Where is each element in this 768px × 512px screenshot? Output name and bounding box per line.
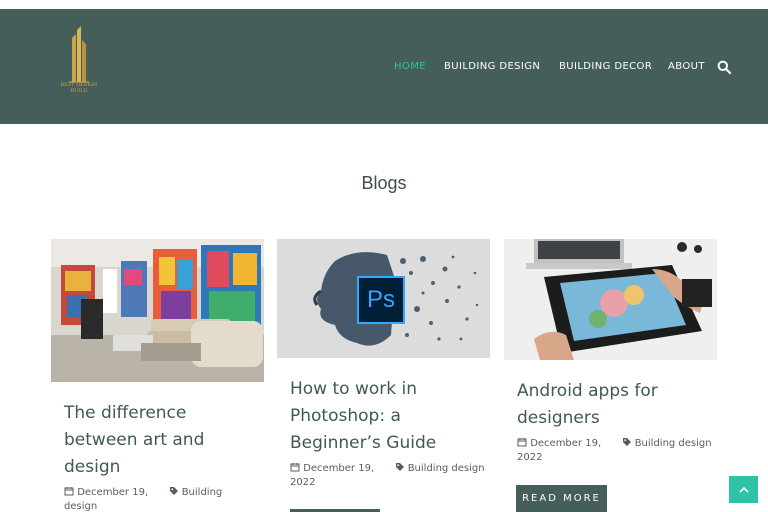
calendar-icon — [64, 487, 74, 496]
nav-building-design[interactable]: BUILDING DESIGN — [444, 61, 540, 75]
card-image-tablet[interactable] — [504, 239, 717, 360]
card-title-line: Android apps for — [517, 381, 658, 401]
post-category[interactable]: Building design — [408, 463, 485, 474]
card-title-line: between art and — [64, 430, 205, 450]
page-title: Blogs — [361, 173, 407, 193]
card-title-line: Beginner’s Guide — [290, 433, 437, 453]
logo-text: BEST DESIGN BUILD — [60, 82, 98, 94]
calendar-icon — [290, 463, 300, 472]
post-year: 2022 — [517, 452, 543, 463]
card-title-line: Photoshop: a — [290, 406, 401, 426]
card-title-line: design — [64, 457, 121, 477]
post-year: 2022 — [290, 477, 316, 488]
post-date: December 19, — [77, 487, 149, 498]
post-date: December 19, — [530, 438, 602, 449]
post-category[interactable]: Building design — [635, 438, 712, 449]
card-meta: December 19, Building design 2022 — [290, 462, 490, 490]
tag-icon — [395, 463, 404, 471]
card-title-line: designers — [517, 408, 600, 428]
top-strip — [0, 0, 768, 9]
read-more-button[interactable]: READ MORE — [516, 485, 607, 512]
card-image-photoshop[interactable]: Ps — [277, 239, 490, 358]
nav-about[interactable]: ABOUT — [668, 61, 705, 75]
post-date: December 19, — [303, 463, 375, 474]
calendar-icon — [517, 438, 527, 447]
card-meta: December 19, Building design 2022 — [64, 486, 254, 512]
card-meta: December 19, Building design 2022 — [517, 437, 717, 465]
chevron-up-icon — [738, 486, 749, 493]
nav-home[interactable]: HOME — [394, 61, 426, 75]
tag-icon — [169, 487, 178, 495]
nav-building-decor[interactable]: BUILDING DECOR — [559, 61, 652, 75]
photoshop-logo: Ps — [366, 286, 395, 313]
card-title-android[interactable]: Android apps for designers — [517, 378, 717, 432]
card-image-art-room[interactable] — [51, 239, 264, 382]
tag-icon — [622, 438, 631, 446]
card-title-photoshop[interactable]: How to work in Photoshop: a Beginner’s G… — [290, 376, 490, 457]
search-icon[interactable] — [717, 60, 731, 74]
card-title-line: The difference — [64, 403, 187, 423]
card-title-art-design[interactable]: The difference between art and design — [64, 400, 254, 481]
site-header — [0, 9, 768, 124]
card-title-line: How to work in — [290, 379, 418, 399]
scroll-to-top-button[interactable] — [729, 476, 758, 503]
